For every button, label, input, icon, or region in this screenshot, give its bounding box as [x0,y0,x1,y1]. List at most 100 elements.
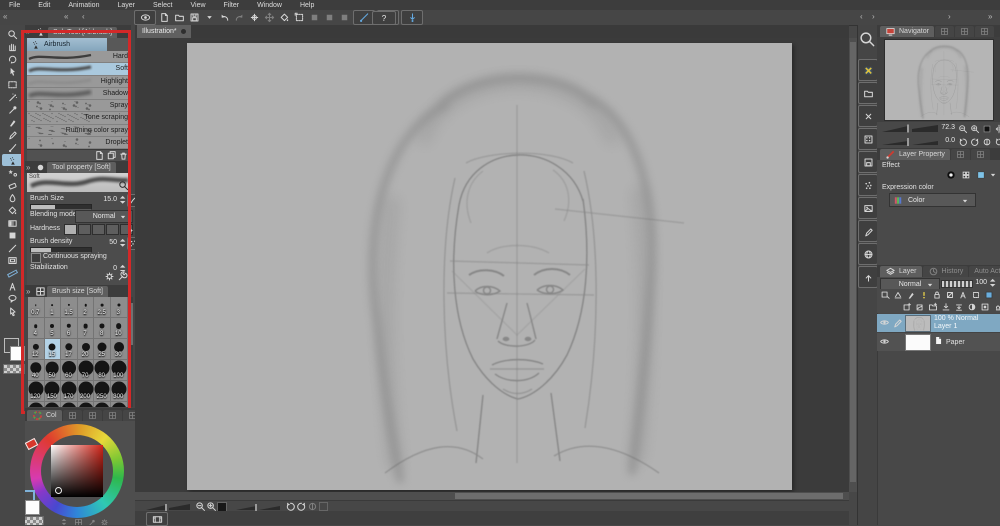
clip-studio-button[interactable] [134,10,156,25]
quick-button-magnify-large[interactable] [858,28,876,50]
new-vector-layer-button[interactable] [914,301,926,313]
brush-size-30[interactable]: 30 [111,339,128,360]
brush-size-extra[interactable] [28,402,45,407]
subtool-shadow[interactable]: Shadow [27,88,131,100]
navigator-tab[interactable]: Navigator [880,26,934,37]
subtool-collapse-icon[interactable]: » [26,25,30,38]
navigator-rotation-slider[interactable] [881,137,939,146]
warn-mark-button[interactable] [918,289,930,301]
transform-button[interactable] [293,11,306,24]
layer-property-tab[interactable]: Layer Property [880,149,950,160]
tool-property-wrench-icon[interactable] [117,271,128,282]
apply-mask-button[interactable] [979,301,991,313]
navigator-preview-area[interactable] [877,37,1000,122]
subtool-soft[interactable]: Soft [27,63,131,75]
tool-property-tab[interactable]: Tool property [Soft] [47,162,116,173]
border-effect-button[interactable] [945,169,957,181]
sub-color-swatch[interactable] [10,346,25,361]
menu-filter[interactable]: Filter [215,2,249,9]
brush-size-tab[interactable]: Brush size [Soft] [47,286,108,297]
menu-view[interactable]: View [181,2,214,9]
tool-gradient[interactable] [2,217,23,229]
tool-rotate[interactable] [2,53,23,65]
tool-eraser[interactable] [2,179,23,191]
subtool-spray[interactable]: Spray [27,100,131,112]
horizontal-scrollbar[interactable] [135,492,849,500]
layer1-visibility-icon[interactable] [879,317,890,328]
quick-button-halftone[interactable] [858,128,878,150]
rotate-right-button[interactable] [969,136,981,148]
tool-figure[interactable] [2,230,23,242]
save-button[interactable] [188,11,201,24]
delete-subtool-button[interactable] [118,150,129,161]
tab-mixing[interactable] [103,410,122,421]
layer-tab[interactable]: Layer [880,266,922,277]
brush-size-1[interactable]: 1 [45,297,62,318]
brush-size-100[interactable]: 100 [111,360,128,381]
status-rotation-slider[interactable] [235,503,281,511]
tool-text[interactable] [2,280,23,292]
zoom-in-button[interactable] [969,123,981,135]
quick-button-close[interactable] [858,105,878,127]
reference-1-button[interactable] [308,11,321,24]
navigator-zoom-slider[interactable] [881,124,939,133]
reference-2-button[interactable] [323,11,336,24]
layer-row-paper[interactable]: Paper [877,332,1000,351]
layer-mask-button[interactable] [966,301,978,313]
brush-size-extra[interactable] [111,402,128,407]
brush-size-extra[interactable] [94,402,111,407]
expand-right-icon[interactable]: › [948,10,951,23]
collapse-tools-icon[interactable]: « [64,10,68,23]
brush-density-value[interactable]: 50 [97,239,117,246]
brush-size-120[interactable]: 120 [28,381,45,402]
navigator-thumbnail[interactable] [884,39,994,121]
brush-size-20[interactable]: 20 [78,339,95,360]
menu-layer[interactable]: Layer [108,2,144,9]
continuous-spraying-checkbox[interactable] [31,253,41,263]
history-tab[interactable]: History [923,266,969,277]
brush-size-3[interactable]: 3 [111,297,128,318]
paper-thumbnail[interactable] [905,334,931,351]
actual-size-button[interactable] [981,123,993,135]
brush-size-150[interactable]: 150 [45,381,62,402]
color-cursor[interactable] [55,487,62,494]
redo-button[interactable] [233,11,246,24]
menu-select[interactable]: Select [144,2,181,9]
brush-size-extra[interactable] [78,402,95,407]
tab-item-bank[interactable] [955,26,974,37]
brush-size-250[interactable]: 250 [94,381,111,402]
clip-at-layer-button[interactable] [892,289,904,301]
fill-button[interactable] [278,11,291,24]
expression-color-dropdown[interactable]: Color [889,193,976,207]
canvas[interactable] [187,43,792,490]
tool-pen[interactable] [2,116,23,128]
palette-color-button[interactable] [983,289,995,301]
quick-button-save-small[interactable] [858,151,878,173]
brush-size-4[interactable]: 4 [28,318,45,339]
tone-effect-button[interactable] [960,169,972,181]
quick-button-arrow-up[interactable] [858,266,878,288]
move-layer-button[interactable] [263,11,276,24]
status-fit-icon[interactable] [319,502,328,511]
stepper-mini-icon[interactable] [61,518,70,525]
undo-button[interactable] [218,11,231,24]
stamp-button[interactable] [992,301,1000,313]
brush-size-12[interactable]: 12 [28,339,45,360]
layer1-thumbnail[interactable] [905,315,931,332]
auto-action-tab[interactable]: Auto Action [969,266,1000,277]
blending-mode-dropdown[interactable]: Normal [75,210,133,223]
tool-move[interactable] [2,66,23,78]
brush-size-70[interactable]: 70 [78,360,95,381]
subtool-tone-scraping[interactable]: Tone scraping [27,112,131,124]
subtool-droplet[interactable]: Droplet [27,137,131,149]
flip-horizontal-button[interactable] [993,123,1000,135]
eyedropper-mini-icon[interactable] [87,518,96,525]
tool-blend[interactable] [2,192,23,204]
tab-subview[interactable] [935,26,954,37]
guide-button[interactable] [970,289,982,301]
brush-size-0.7[interactable]: 0.7 [28,297,45,318]
rotate-left-button[interactable] [957,136,969,148]
draft-layer-button[interactable] [957,289,969,301]
brush-size-200[interactable]: 200 [78,381,95,402]
quick-button-image[interactable] [858,197,878,219]
